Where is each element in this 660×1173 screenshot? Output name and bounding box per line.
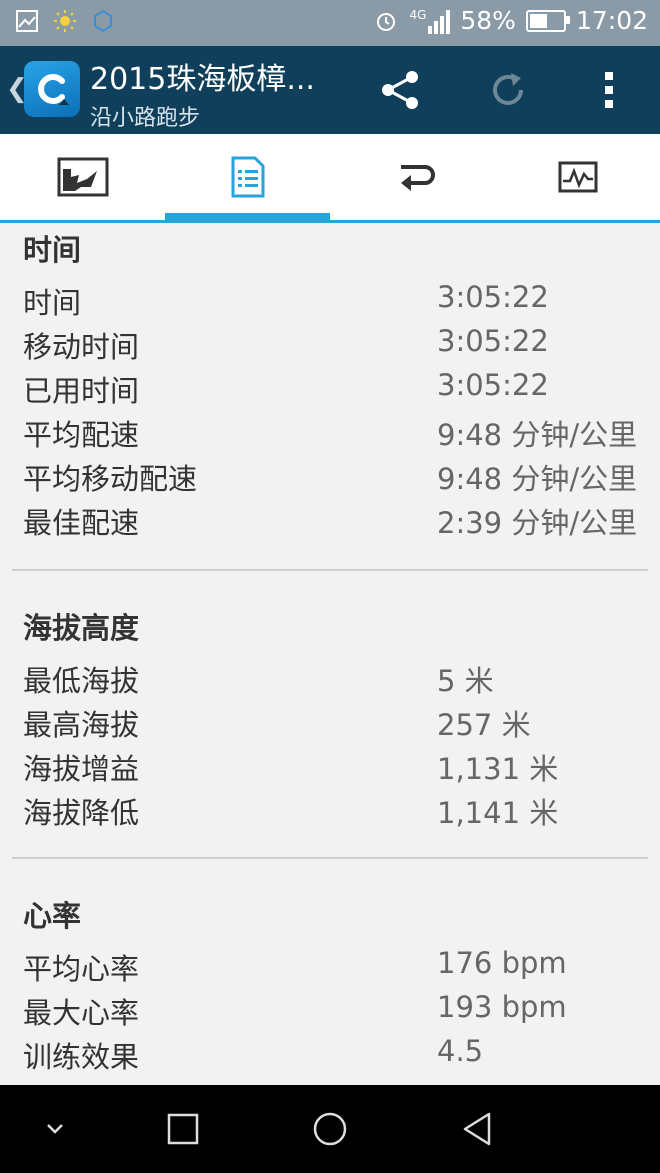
stat-value: 193 bpm	[437, 990, 567, 1024]
stat-label: 海拔增益	[23, 752, 140, 786]
map-icon	[57, 157, 108, 197]
stat-label: 移动时间	[23, 330, 140, 364]
stat-value: 4.5	[437, 1034, 484, 1068]
notification-app-icon	[90, 8, 116, 34]
stat-value: 176 bpm	[437, 946, 567, 980]
stat-value: 2:39 分钟/公里	[437, 506, 638, 540]
stat-label: 平均移动配速	[23, 462, 198, 496]
home-circle-icon	[313, 1112, 347, 1146]
nav-back-button[interactable]	[453, 1105, 501, 1153]
alarm-icon	[373, 8, 399, 34]
refresh-icon	[493, 73, 523, 105]
stat-label: 训练效果	[23, 1040, 140, 1074]
stat-value: 3:05:22	[437, 368, 549, 402]
share-icon	[382, 71, 418, 109]
status-time: 17:02	[575, 6, 648, 35]
recents-square-icon	[167, 1113, 199, 1145]
overflow-menu-icon	[605, 72, 613, 108]
weather-sun-icon	[52, 8, 78, 34]
section-title: 时间	[23, 233, 82, 267]
network-signal-icon: 4G	[409, 7, 451, 34]
gallery-icon	[14, 8, 40, 34]
system-nav-bar	[0, 1085, 660, 1173]
nav-home-button[interactable]	[306, 1105, 354, 1153]
details-list-icon	[231, 156, 264, 198]
stat-label: 海拔降低	[23, 796, 140, 830]
tab-details[interactable]	[165, 134, 330, 221]
stat-value: 1,141 米	[437, 796, 559, 830]
section-title: 海拔高度	[23, 611, 140, 645]
stat-value: 9:48 分钟/公里	[437, 462, 638, 496]
app-bar: ❮ 2015珠海板樟... 沿小路跑步	[0, 46, 660, 134]
tab-bar	[0, 134, 660, 223]
chart-icon	[558, 161, 597, 193]
stat-label: 已用时间	[23, 374, 140, 408]
network-type-label: 4G	[409, 7, 427, 22]
back-triangle-icon	[463, 1112, 491, 1146]
stat-label: 最低海拔	[23, 664, 140, 698]
stat-value: 3:05:22	[437, 280, 549, 314]
laps-repeat-icon	[400, 165, 435, 191]
nav-collapse-button[interactable]	[31, 1105, 79, 1153]
details-content[interactable]: 时间 时间 3:05:22 移动时间 3:05:22 已用时间 3:05:22 …	[0, 223, 660, 1085]
stat-value: 3:05:22	[437, 324, 549, 358]
battery-percent: 58%	[460, 6, 516, 35]
tab-laps[interactable]	[330, 134, 495, 220]
nav-recents-button[interactable]	[159, 1105, 207, 1153]
stat-label: 时间	[23, 286, 82, 320]
stat-label: 平均配速	[23, 418, 140, 452]
stat-label: 最佳配速	[23, 506, 140, 540]
share-button[interactable]	[376, 66, 424, 114]
chevron-down-icon	[47, 1124, 63, 1134]
battery-icon	[525, 9, 570, 32]
tab-map[interactable]	[0, 134, 165, 220]
app-logo-icon[interactable]	[24, 61, 80, 117]
stat-label: 平均心率	[23, 952, 140, 986]
section-title: 心率	[23, 899, 82, 933]
refresh-button[interactable]	[484, 66, 532, 114]
page-subtitle: 沿小路跑步	[90, 106, 201, 131]
stat-value: 257 米	[437, 708, 531, 742]
section-divider	[12, 857, 648, 859]
stat-value: 1,131 米	[437, 752, 559, 786]
section-divider	[12, 569, 648, 571]
status-bar: 4G 58% 17:02	[0, 0, 660, 46]
stat-value: 9:48 分钟/公里	[437, 418, 638, 452]
tab-chart[interactable]	[495, 134, 660, 220]
stat-value: 5 米	[437, 664, 494, 698]
overflow-menu-button[interactable]	[585, 66, 633, 114]
stat-label: 最高海拔	[23, 708, 140, 742]
page-title: 2015珠海板樟...	[90, 62, 315, 97]
stat-label: 最大心率	[23, 996, 140, 1030]
